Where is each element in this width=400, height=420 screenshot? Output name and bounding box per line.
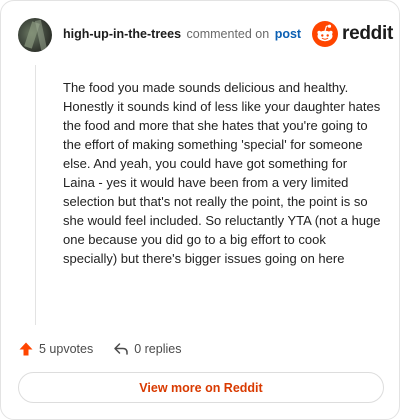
- reply-button[interactable]: 0 replies: [113, 341, 181, 357]
- upvote-arrow-icon: [19, 342, 33, 356]
- avatar[interactable]: [18, 18, 52, 52]
- username-link[interactable]: high-up-in-the-trees: [63, 27, 181, 41]
- reddit-logo[interactable]: reddit: [312, 21, 393, 47]
- comment-card: high-up-in-the-trees commented on post r…: [0, 0, 400, 420]
- comment-actions: 5 upvotes 0 replies: [18, 340, 201, 358]
- view-more-button[interactable]: View more on Reddit: [18, 372, 384, 403]
- upvote-button[interactable]: 5 upvotes: [18, 341, 93, 357]
- comment-body: The food you made sounds delicious and h…: [63, 80, 381, 266]
- reddit-snoo-icon: [312, 21, 338, 47]
- view-more-label: View more on Reddit: [139, 380, 263, 395]
- comment-header: high-up-in-the-trees commented on post: [63, 27, 301, 41]
- reddit-wordmark: reddit: [342, 23, 393, 44]
- commented-on-label: commented on: [186, 27, 270, 41]
- reply-arrow-icon: [114, 343, 128, 355]
- upvote-count: 5 upvotes: [39, 342, 94, 356]
- reply-count: 0 replies: [134, 342, 182, 356]
- post-link[interactable]: post: [275, 27, 301, 41]
- thread-line: [35, 65, 36, 325]
